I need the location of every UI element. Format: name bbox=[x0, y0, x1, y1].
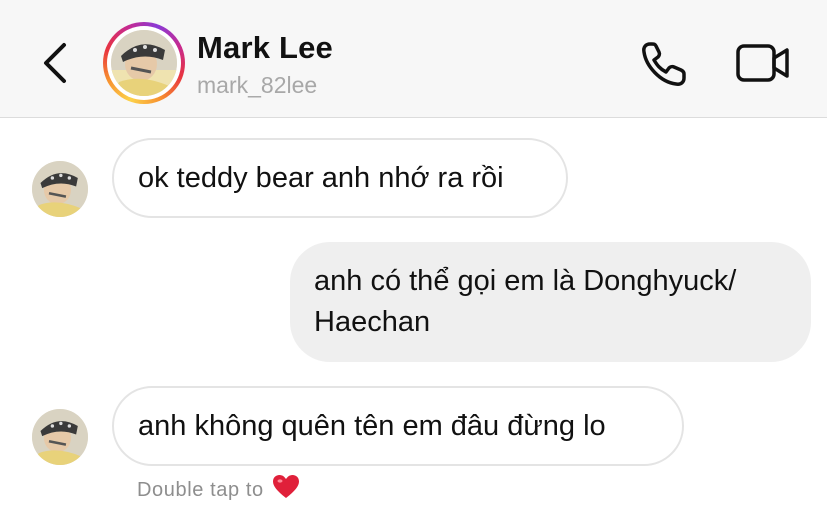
message-bubble[interactable]: ok teddy bear anh nhớ ra rồi bbox=[112, 138, 568, 218]
phone-icon bbox=[642, 42, 686, 86]
sender-avatar[interactable] bbox=[32, 409, 88, 465]
avatar-photo bbox=[32, 409, 88, 465]
profile-avatar-story-ring[interactable] bbox=[103, 22, 185, 104]
back-button[interactable] bbox=[30, 33, 80, 93]
chevron-left-icon bbox=[44, 43, 66, 83]
contact-username: mark_82lee bbox=[197, 72, 318, 98]
video-camera-icon bbox=[736, 44, 789, 82]
avatar-photo bbox=[111, 30, 177, 96]
contact-name[interactable]: Mark Lee bbox=[197, 30, 333, 66]
heart-icon[interactable] bbox=[272, 474, 300, 506]
audio-call-button[interactable] bbox=[638, 38, 690, 90]
chat-screen: Mark Lee mark_82lee ok teddy bear anh nh… bbox=[0, 0, 827, 528]
message-bubble[interactable]: anh có thể gọi em là Donghyuck/ Haechan bbox=[290, 242, 811, 362]
double-tap-label: Double tap to bbox=[137, 478, 264, 501]
avatar bbox=[111, 30, 177, 96]
sender-avatar[interactable] bbox=[32, 161, 88, 217]
avatar-photo bbox=[32, 161, 88, 217]
message-text-line: Haechan bbox=[314, 306, 431, 338]
message-text: anh không quên tên em đâu đừng lo bbox=[138, 410, 606, 442]
double-tap-hint: Double tap to bbox=[137, 474, 300, 506]
video-call-button[interactable] bbox=[735, 40, 791, 86]
chat-header: Mark Lee mark_82lee bbox=[0, 0, 827, 118]
message-bubble[interactable]: anh không quên tên em đâu đừng lo bbox=[112, 386, 684, 466]
message-text-line: anh có thể gọi em là Donghyuck/ bbox=[314, 265, 737, 297]
message-text: ok teddy bear anh nhớ ra rồi bbox=[138, 162, 504, 194]
